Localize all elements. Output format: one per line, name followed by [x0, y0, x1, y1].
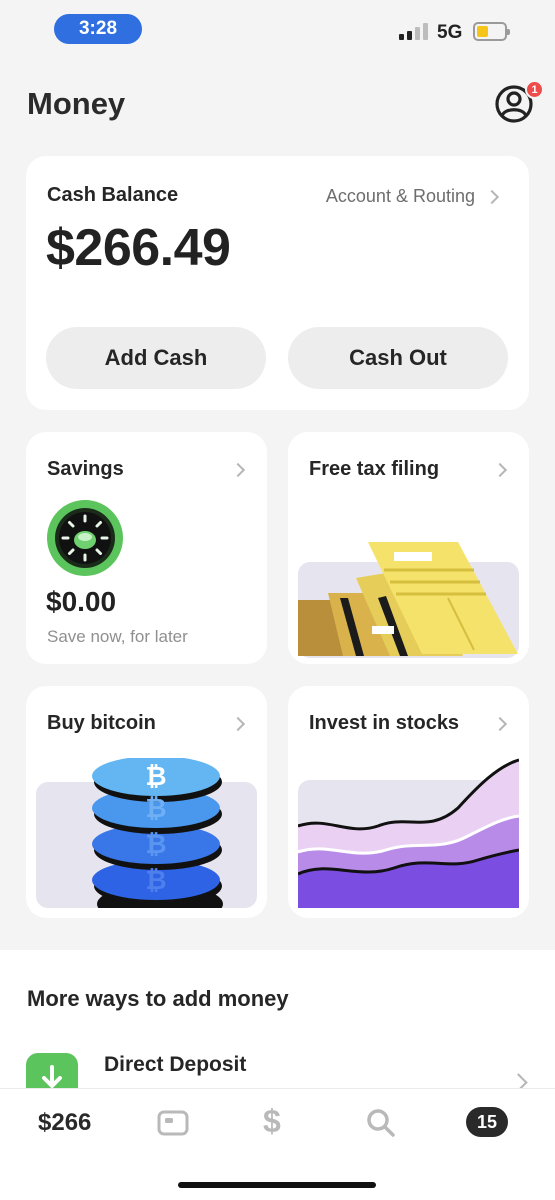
chevron-right-icon — [492, 716, 508, 732]
savings-subtitle: Save now, for later — [47, 627, 188, 646]
tax-documents-illustration — [298, 542, 519, 658]
svg-text:₿: ₿ — [145, 829, 166, 859]
svg-text:₿: ₿ — [145, 793, 166, 823]
chevron-right-icon — [230, 462, 246, 478]
stocks-waves-illustration — [298, 758, 519, 908]
tab-balance[interactable]: $266 — [38, 1109, 91, 1137]
more-ways-title: More ways to add money — [27, 986, 289, 1011]
status-bar: 3:28 5G — [0, 0, 555, 60]
chevron-right-icon — [230, 716, 246, 732]
cash-balance-label: Cash Balance — [47, 184, 179, 206]
direct-deposit-item[interactable]: Direct Deposit — [104, 1053, 246, 1077]
svg-text:₿: ₿ — [145, 865, 166, 895]
activity-tab[interactable]: 15 — [466, 1107, 508, 1137]
signal-icon — [399, 22, 428, 40]
bitcoin-tile[interactable]: Buy bitcoin ₿ ₿ ₿ ₿ — [26, 686, 267, 918]
account-routing-link[interactable]: Account & Routing — [326, 186, 475, 207]
svg-text:₿: ₿ — [145, 761, 166, 791]
cash-balance-card: Cash Balance Account & Routing $266.49 A… — [26, 156, 529, 410]
savings-lock-icon — [47, 500, 123, 576]
savings-tile[interactable]: Savings $0.00 Save now, for later — [26, 432, 267, 664]
dollar-icon[interactable]: $ — [263, 1103, 281, 1140]
page-title: Money — [27, 86, 126, 121]
stocks-tile[interactable]: Invest in stocks — [288, 686, 529, 918]
stocks-title: Invest in stocks — [309, 712, 460, 734]
battery-icon — [473, 22, 510, 41]
search-icon[interactable] — [366, 1107, 396, 1139]
network-type: 5G — [437, 22, 463, 43]
notification-badge: 1 — [525, 80, 544, 99]
status-time[interactable]: 3:28 — [54, 14, 142, 44]
savings-title: Savings — [47, 458, 124, 480]
chevron-right-icon — [484, 189, 500, 205]
cash-out-button[interactable]: Cash Out — [288, 327, 508, 389]
add-cash-button[interactable]: Add Cash — [46, 327, 266, 389]
home-indicator[interactable] — [178, 1182, 376, 1188]
bitcoin-coins-illustration: ₿ ₿ ₿ ₿ — [92, 758, 223, 908]
tax-filing-title: Free tax filing — [309, 458, 440, 480]
chevron-right-icon — [492, 462, 508, 478]
balance-amount: $266.49 — [46, 219, 231, 277]
tax-filing-tile[interactable]: Free tax filing — [288, 432, 529, 664]
bitcoin-title: Buy bitcoin — [47, 712, 156, 734]
savings-amount: $0.00 — [46, 586, 117, 617]
card-icon[interactable] — [157, 1107, 189, 1139]
